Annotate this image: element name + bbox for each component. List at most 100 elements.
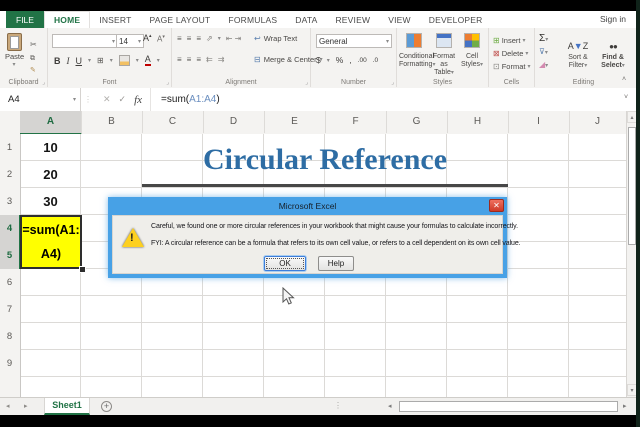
sheet-nav-right-icon[interactable]: ▸ <box>24 402 28 410</box>
bold-button[interactable]: B <box>54 56 61 66</box>
tab-file[interactable]: FILE <box>6 11 44 28</box>
indent-buttons[interactable]: ⇤ ⇥ <box>226 34 242 43</box>
column-header-b[interactable]: B <box>81 111 143 133</box>
row-header-4[interactable]: 4 <box>0 215 21 242</box>
clear-button[interactable]: ◢▾ <box>539 60 548 69</box>
tab-page-layout[interactable]: PAGE LAYOUT <box>140 11 219 28</box>
hscroll-right-icon[interactable]: ▸ <box>623 402 627 410</box>
conditional-formatting-button[interactable]: ConditionalFormatting▾ <box>399 33 429 69</box>
fill-color-button[interactable] <box>119 55 130 66</box>
tab-developer[interactable]: DEVELOPER <box>420 11 492 28</box>
row-header-8[interactable]: 8 <box>0 323 19 350</box>
align-right-button[interactable]: ≡ <box>196 55 201 64</box>
underline-button[interactable]: U <box>76 56 83 66</box>
dialog-launcher-icon[interactable]: ⌟ <box>305 79 308 86</box>
column-header-g[interactable]: G <box>386 111 448 133</box>
dialog-launcher-icon[interactable]: ⌟ <box>166 79 169 86</box>
column-header-c[interactable]: C <box>142 111 204 133</box>
font-name-combo[interactable]: ▾ <box>52 34 118 48</box>
row-header-7[interactable]: 7 <box>0 296 19 323</box>
formula-text[interactable]: =sum(A1:A4) <box>151 94 220 105</box>
row-header-6[interactable]: 6 <box>0 269 19 296</box>
find-select-button[interactable]: ●● Find &Select▾ <box>597 36 629 70</box>
close-icon[interactable]: ✕ <box>489 199 504 212</box>
sheet-nav-left-icon[interactable]: ◂ <box>6 402 10 410</box>
orientation-button[interactable]: ⇗ <box>206 34 213 43</box>
insert-cells-button[interactable]: ⊞Insert▾ <box>493 35 525 45</box>
tab-insert[interactable]: INSERT <box>90 11 140 28</box>
dialog-launcher-icon[interactable]: ⌟ <box>42 79 45 86</box>
cell-styles-button[interactable]: CellStyles▾ <box>459 33 485 69</box>
cell-a2[interactable]: 20 <box>20 161 81 188</box>
bottom-align-button[interactable]: ≡ <box>196 34 201 43</box>
increase-decimal-button[interactable]: .00 <box>358 57 367 64</box>
ok-button[interactable]: OK <box>264 256 306 271</box>
sheet-tab-sheet1[interactable]: Sheet1 <box>44 398 90 415</box>
grow-font-button[interactable]: A▴ <box>143 33 152 43</box>
enter-icon[interactable]: ✓ <box>119 94 127 105</box>
cell-a3[interactable]: 30 <box>20 188 81 215</box>
row-header-3[interactable]: 3 <box>0 188 19 215</box>
accounting-format-button[interactable]: $ <box>316 55 321 65</box>
align-center-button[interactable]: ≡ <box>187 55 192 64</box>
hscroll-left-icon[interactable]: ◂ <box>388 402 392 410</box>
tab-view[interactable]: VIEW <box>379 11 420 28</box>
decrease-indent-button[interactable]: ⇇ <box>206 55 213 64</box>
paste-dropdown-icon[interactable]: ▾ <box>5 61 23 68</box>
column-header-h[interactable]: H <box>447 111 509 133</box>
cancel-icon[interactable]: ✕ <box>103 94 111 105</box>
top-align-button[interactable]: ≡ <box>177 34 182 43</box>
column-header-f[interactable]: F <box>325 111 387 133</box>
select-all-corner[interactable] <box>0 111 21 133</box>
row-header-5[interactable]: 5 <box>0 242 21 269</box>
insert-function-icon[interactable]: fx <box>134 94 142 106</box>
borders-button[interactable]: ⊞ <box>97 56 104 65</box>
tab-review[interactable]: REVIEW <box>326 11 379 28</box>
dialog-message-line2: FYI: A circular reference can be a formu… <box>151 240 520 247</box>
column-header-i[interactable]: I <box>508 111 570 133</box>
sign-in-link[interactable]: Sign in <box>600 14 626 24</box>
font-color-button[interactable]: A <box>145 55 151 66</box>
column-header-e[interactable]: E <box>264 111 326 133</box>
format-cells-button[interactable]: ⊡Format▾ <box>493 61 530 71</box>
decrease-decimal-button[interactable]: .0 <box>373 57 378 64</box>
name-box[interactable]: A4▾ <box>0 88 81 111</box>
comma-style-button[interactable]: , <box>349 55 351 65</box>
tab-home[interactable]: HOME <box>44 11 90 28</box>
vertical-scroll-thumb[interactable] <box>628 127 636 245</box>
align-left-button[interactable]: ≡ <box>177 55 182 64</box>
row-header-2[interactable]: 2 <box>0 161 19 188</box>
increase-indent-button[interactable]: ⇉ <box>218 55 225 64</box>
collapse-ribbon-icon[interactable]: ˄ <box>622 76 626 83</box>
help-button[interactable]: Help <box>318 256 354 271</box>
italic-button[interactable]: I <box>67 56 70 66</box>
font-size-combo[interactable]: 14▾ <box>116 34 144 48</box>
dialog-launcher-icon[interactable]: ⌟ <box>391 79 394 86</box>
new-sheet-icon[interactable]: + <box>101 401 112 412</box>
row-header-9[interactable]: 9 <box>0 350 19 377</box>
delete-cells-button[interactable]: ⊠Delete▾ <box>493 48 528 58</box>
middle-align-button[interactable]: ≡ <box>187 34 192 43</box>
shrink-font-button[interactable]: A▾ <box>157 34 165 44</box>
column-header-d[interactable]: D <box>203 111 265 133</box>
autosum-button[interactable]: Σ▾ <box>539 33 548 44</box>
column-header-j[interactable]: J <box>569 111 627 133</box>
sort-filter-button[interactable]: A▼Z Sort &Filter▾ <box>561 36 595 70</box>
cell-a4-selected[interactable]: =sum(A1:A4) <box>20 215 82 269</box>
horizontal-scroll-thumb[interactable] <box>399 401 618 412</box>
fill-button[interactable]: ⊽▾ <box>539 47 548 56</box>
paste-button[interactable]: Paste ▾ <box>5 33 23 68</box>
column-header-a[interactable]: A <box>20 111 82 135</box>
fill-handle[interactable] <box>79 266 86 273</box>
format-as-table-button[interactable]: Format asTable▾ <box>429 33 459 77</box>
number-format-combo[interactable]: General▾ <box>316 34 392 48</box>
cell-a1[interactable]: 10 <box>20 134 81 161</box>
tab-data[interactable]: DATA <box>286 11 326 28</box>
tab-formulas[interactable]: FORMULAS <box>219 11 286 28</box>
percent-style-button[interactable]: % <box>336 55 344 65</box>
format-painter-button[interactable]: ✎ <box>30 59 36 77</box>
splitter-dots[interactable]: ⋮ <box>334 401 342 410</box>
wrap-text-button[interactable]: ↩ Wrap Text <box>254 34 297 43</box>
expand-formula-bar-icon[interactable]: ˅ <box>624 94 628 101</box>
row-header-1[interactable]: 1 <box>0 134 19 161</box>
